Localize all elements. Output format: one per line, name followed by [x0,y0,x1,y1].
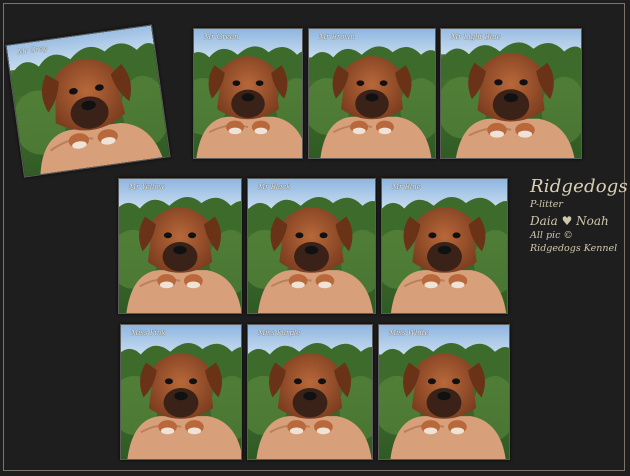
puppy-photo-mr-light-blue: Mr Light Blue [440,28,582,159]
photo-caption: Miss White [389,329,429,337]
photo-caption: Mr Black [258,183,291,191]
puppy-photo-miss-purple: Miss Purple [247,324,373,460]
photo-caption: Mr Light Blue [451,33,501,41]
collage-page: Mr Grey Mr Green Mr Brown Mr Light Blue … [0,0,630,476]
photo-caption: Mr Blue [392,183,421,191]
kennel-title: Ridgedogs [530,176,628,197]
puppy-photo-miss-pink: Miss Pink [120,324,242,460]
puppy-photo-mr-blue: Mr Blue [381,178,508,314]
puppy-photo-miss-white: Miss White [378,324,510,460]
puppy-photo-mr-green: Mr Green [193,28,303,159]
puppy-photo-mr-grey: Mr Grey [5,24,171,178]
kennel-name: Ridgedogs Kennel [530,243,618,254]
parents-label: Daia ♥ Noah [530,214,609,228]
litter-label: P-litter [530,199,563,210]
puppy-photo-mr-brown: Mr Brown [308,28,436,159]
photo-caption: Mr Green [204,33,239,41]
puppy-photo-mr-black: Mr Black [247,178,376,314]
photo-caption: Miss Pink [131,329,166,337]
litter-info: Ridgedogs P-litter Daia ♥ Noah All pic ©… [530,176,628,254]
puppy-photo-mr-yellow: Mr Yellow [118,178,242,314]
photo-caption: Mr Yellow [129,183,165,191]
photo-caption: Miss Purple [258,329,301,337]
photo-caption: Mr Brown [319,33,355,41]
copyright-label: All pic © [530,230,573,241]
